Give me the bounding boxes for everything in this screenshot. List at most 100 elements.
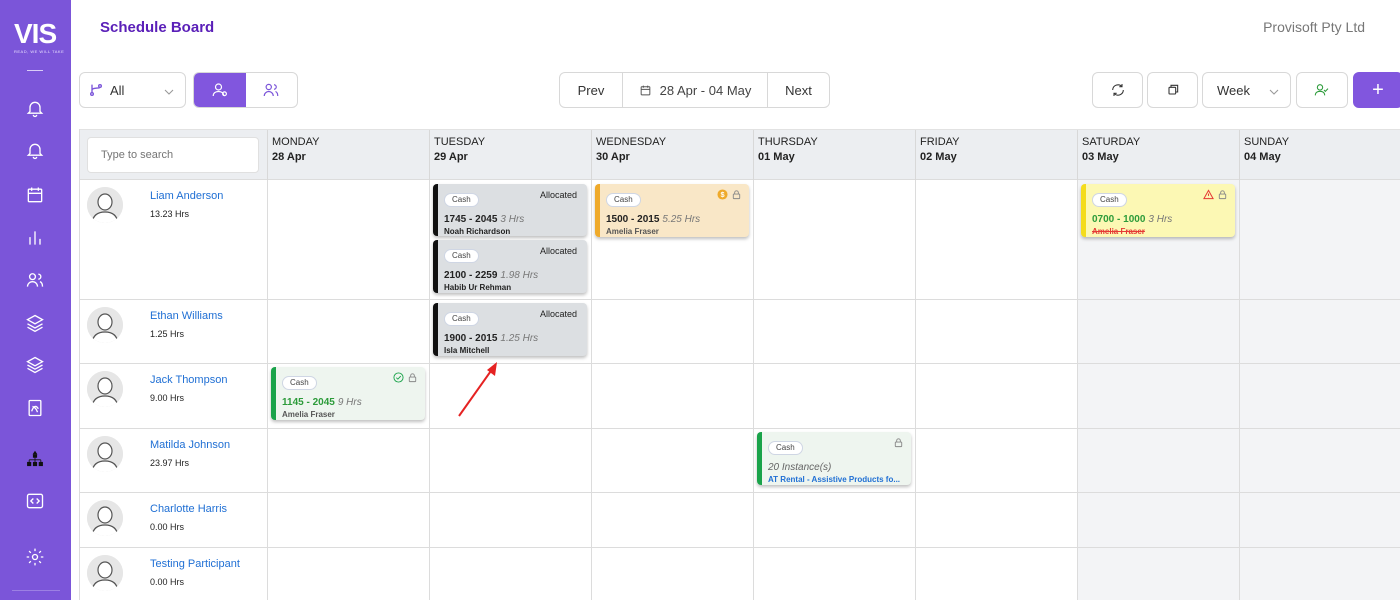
day-header-thursday: THURSDAY 01 May (753, 130, 916, 181)
bell-outline-icon[interactable] (24, 140, 46, 162)
shift-card[interactable]: Cash Allocated 1900 - 2015 1.25 Hrs Isla … (433, 303, 587, 356)
shift-time: 1500 - 2015 (606, 214, 660, 225)
worker-name: Amelia Fraser (282, 410, 335, 419)
participant-name[interactable]: Matilda Johnson (150, 439, 230, 451)
recurring-instances: 20 Instance(s) (768, 462, 832, 473)
day-header-tuesday: TUESDAY 29 Apr (429, 130, 592, 181)
calendar-icon[interactable] (24, 184, 46, 206)
svg-text:$: $ (720, 190, 724, 199)
shift-card[interactable]: Cash $ 1500 - 2015 5.25 Hrs Amelia Fraser (595, 184, 749, 237)
participant-hours: 23.97 Hrs (150, 458, 190, 468)
layers-alt-icon[interactable] (24, 354, 46, 376)
day-header-sunday: SUNDAY 04 May (1239, 130, 1400, 181)
shift-card[interactable]: Cash Allocated 2100 - 2259 1.98 Hrs Habib… (433, 240, 587, 293)
users-icon[interactable] (24, 269, 46, 291)
view-period-dropdown[interactable]: Week (1202, 72, 1291, 108)
table-row: Liam Anderson 13.23 Hrs Cash Allocated 1… (80, 180, 1400, 300)
worker-name: Noah Richardson (444, 227, 511, 236)
copy-button[interactable] (1147, 72, 1198, 108)
sidebar-divider (12, 590, 60, 591)
bell-icon[interactable] (24, 98, 46, 120)
date-range-picker[interactable]: 28 Apr - 04 May (623, 73, 768, 107)
shift-card[interactable]: Cash 20 Instance(s) AT Rental - Assistiv… (757, 432, 911, 485)
prev-button[interactable]: Prev (560, 73, 623, 107)
schedule-grid: MONDAY 28 Apr TUESDAY 29 Apr WEDNESDAY 3… (79, 129, 1400, 600)
participant-name[interactable]: Ethan Williams (150, 310, 223, 322)
gear-icon[interactable] (24, 546, 46, 568)
shift-duration: 1.25 Hrs (500, 333, 539, 344)
add-shift-button[interactable]: + (1353, 72, 1400, 108)
participant-name[interactable]: Charlotte Harris (150, 503, 227, 515)
avatar (87, 500, 123, 536)
payment-tag: Cash (1092, 193, 1127, 207)
branch-icon (90, 84, 102, 96)
lock-icon (408, 373, 417, 383)
shift-time: 0700 - 1000 (1092, 214, 1146, 225)
table-row: Ethan Williams 1.25 Hrs Cash Allocated 1… (80, 300, 1400, 364)
sidebar: VIS READ, WE WILL TAKE (0, 0, 71, 600)
participant-cell[interactable]: Ethan Williams 1.25 Hrs (80, 300, 267, 363)
worker-name: Isla Mitchell (444, 346, 490, 355)
group-view-button[interactable] (246, 73, 298, 107)
participant-name[interactable]: Jack Thompson (150, 374, 227, 386)
lock-icon (1218, 190, 1227, 200)
shift-duration: 1.98 Hrs (500, 270, 539, 281)
view-period-label: Week (1217, 82, 1250, 98)
search-input[interactable] (87, 137, 259, 173)
payment-tag: Cash (444, 312, 479, 326)
participant-name[interactable]: Testing Participant (150, 558, 240, 570)
layers-icon[interactable] (24, 312, 46, 334)
shift-card[interactable]: Cash Allocated 1745 - 2045 3 Hrs Noah Ric… (433, 184, 587, 236)
participant-cell[interactable]: Jack Thompson 9.00 Hrs (80, 364, 267, 428)
chevron-down-icon (164, 89, 174, 95)
user-check-icon (1314, 84, 1329, 96)
company-name: Provisoft Pty Ltd (1263, 19, 1365, 35)
org-chart-icon[interactable] (24, 448, 46, 470)
avatar (87, 187, 123, 223)
date-range-label: 28 Apr - 04 May (659, 82, 752, 98)
participant-hours: 0.00 Hrs (150, 522, 185, 532)
single-user-view-button[interactable] (194, 73, 246, 107)
payment-tag: Cash (444, 193, 479, 207)
week-navigator: Prev 28 Apr - 04 May Next (559, 72, 830, 108)
refresh-button[interactable] (1092, 72, 1143, 108)
payment-tag: Cash (768, 441, 803, 455)
participant-name[interactable]: Liam Anderson (150, 190, 223, 202)
grid-header: MONDAY 28 Apr TUESDAY 29 Apr WEDNESDAY 3… (80, 129, 1400, 181)
table-row: Charlotte Harris 0.00 Hrs (80, 493, 1400, 548)
avatar (87, 436, 123, 472)
participant-cell[interactable]: Matilda Johnson 23.97 Hrs (80, 429, 267, 492)
app-logo[interactable]: VIS (14, 20, 57, 48)
participant-cell[interactable]: Charlotte Harris 0.00 Hrs (80, 493, 267, 547)
payment-tag: Cash (282, 376, 317, 390)
schedule-board-app: VIS READ, WE WILL TAKE Schedule Board Pr… (0, 0, 1400, 600)
shift-duration: 3 Hrs (500, 214, 525, 225)
next-button[interactable]: Next (768, 73, 829, 107)
refresh-icon (1111, 84, 1124, 96)
shift-time: 2100 - 2259 (444, 270, 498, 281)
page-title: Schedule Board (100, 19, 215, 36)
code-icon[interactable] (24, 490, 46, 512)
shift-card[interactable]: Cash 0700 - 1000 3 Hrs Amelia Fraser (1081, 184, 1235, 237)
participant-hours: 0.00 Hrs (150, 577, 185, 587)
participant-hours: 1.25 Hrs (150, 329, 185, 339)
filter-label: All (110, 82, 125, 98)
assign-user-button[interactable] (1296, 72, 1348, 108)
payment-tag: Cash (606, 193, 641, 207)
worker-name: Habib Ur Rehman (444, 283, 512, 292)
lock-icon (732, 190, 741, 200)
lock-icon (894, 438, 903, 448)
shift-time: 1145 - 2045 (282, 397, 335, 408)
filter-dropdown[interactable]: All (79, 72, 186, 108)
worker-name: Amelia Fraser (606, 227, 659, 236)
bar-chart-icon[interactable] (24, 227, 46, 249)
day-header-wednesday: WEDNESDAY 30 Apr (591, 130, 754, 181)
service-name[interactable]: AT Rental - Assistive Products fo... (768, 474, 905, 486)
shift-card[interactable]: Cash 1145 - 2045 9 Hrs Amelia Fraser (271, 367, 425, 420)
participant-cell[interactable]: Testing Participant 0.00 Hrs (80, 548, 267, 600)
shift-status: Allocated (539, 190, 577, 200)
participant-cell[interactable]: Liam Anderson 13.23 Hrs (80, 180, 267, 299)
document-icon[interactable] (24, 397, 46, 419)
day-header-saturday: SATURDAY 03 May (1077, 130, 1240, 181)
calendar-small-icon (640, 85, 650, 95)
